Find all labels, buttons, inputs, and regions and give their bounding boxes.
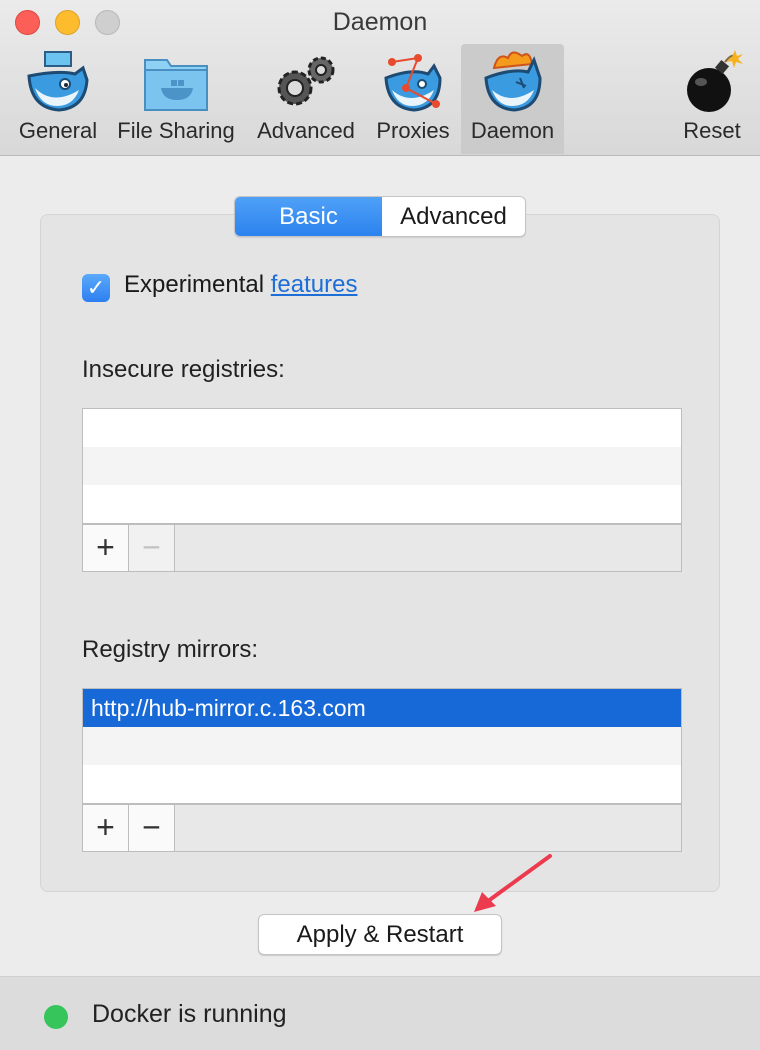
list-row-empty: [83, 727, 681, 765]
experimental-text: Experimental: [124, 271, 265, 298]
toolbar-advanced[interactable]: Advanced: [250, 44, 362, 154]
toolbar-file-sharing[interactable]: File Sharing: [110, 44, 242, 154]
toolbar-label: Proxies: [376, 118, 450, 143]
list-row-empty: [83, 409, 681, 447]
daemon-whale-icon: [478, 48, 548, 116]
registry-mirrors-list[interactable]: http://hub-mirror.c.163.com: [82, 688, 682, 804]
add-insecure-registry-button[interactable]: +: [83, 525, 129, 571]
insecure-registries-toolbar: + −: [82, 524, 682, 572]
toolbar-label: File Sharing: [117, 118, 235, 143]
insecure-registries-label: Insecure registries:: [82, 356, 285, 383]
toolbar-label: Daemon: [470, 118, 555, 143]
tab-selector: Basic Advanced: [234, 196, 526, 237]
folder-icon: [141, 48, 211, 116]
toolbar-proxies[interactable]: Proxies: [368, 44, 458, 154]
experimental-label: Experimental features: [124, 271, 357, 299]
list-item[interactable]: http://hub-mirror.c.163.com: [83, 689, 681, 727]
tab-advanced[interactable]: Advanced: [382, 197, 525, 236]
remove-registry-mirror-button[interactable]: −: [129, 805, 175, 851]
toolbar-general[interactable]: General: [12, 44, 104, 154]
insecure-registries-list[interactable]: [82, 408, 682, 524]
experimental-checkbox[interactable]: ✓: [82, 274, 110, 302]
status-text: Docker is running: [92, 1000, 287, 1028]
bomb-icon: [677, 48, 747, 116]
window-titlebar: Daemon General File Sharing Advanced Pro…: [0, 0, 760, 156]
remove-insecure-registry-button[interactable]: −: [129, 525, 175, 571]
list-row-empty: [83, 765, 681, 803]
toolbar-label: General: [18, 118, 98, 143]
toolbar-label: Reset: [683, 118, 741, 143]
tab-basic[interactable]: Basic: [235, 197, 382, 236]
registry-mirrors-toolbar: + −: [82, 804, 682, 852]
docker-whale-icon: [23, 48, 93, 116]
status-indicator-icon: [44, 1005, 68, 1029]
registry-mirrors-label: Registry mirrors:: [82, 636, 259, 663]
apply-restart-button[interactable]: Apply & Restart: [258, 914, 502, 955]
add-registry-mirror-button[interactable]: +: [83, 805, 129, 851]
list-row-empty: [83, 447, 681, 485]
status-bar: Docker is running: [0, 976, 760, 1050]
toolbar-daemon[interactable]: Daemon: [461, 44, 564, 154]
toolbar-label: Advanced: [257, 118, 355, 143]
annotation-arrow-icon: [474, 854, 552, 912]
gears-icon: [271, 48, 341, 116]
list-row-empty: [83, 485, 681, 523]
features-link[interactable]: features: [271, 271, 358, 298]
window-title: Daemon: [332, 8, 428, 36]
proxy-whale-icon: [378, 48, 448, 116]
toolbar-reset[interactable]: Reset: [672, 44, 752, 154]
